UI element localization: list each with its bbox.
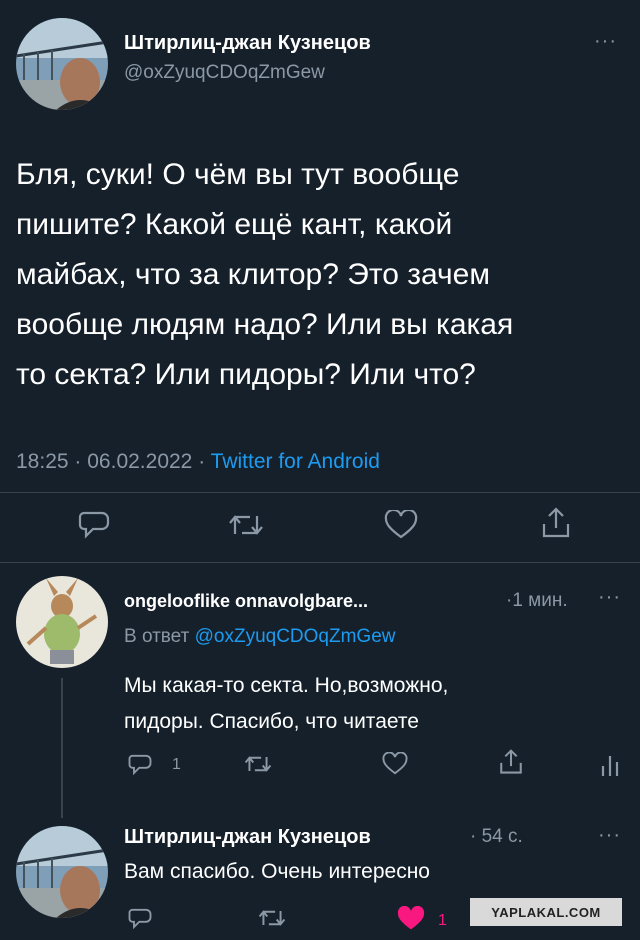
watermark: YAPLAKAL.COM — [470, 898, 622, 926]
more-options-icon[interactable]: ··· — [598, 824, 621, 847]
thread-line — [61, 678, 63, 818]
separator: · — [198, 450, 206, 473]
analytics-icon[interactable] — [600, 752, 620, 776]
tweet-time[interactable]: 18:25 — [16, 450, 69, 473]
reply-time[interactable]: ·1 мин. — [506, 590, 568, 612]
retweet-icon[interactable] — [244, 752, 272, 776]
divider — [0, 562, 640, 563]
reply-to-handle[interactable]: @oxZyuqCDOqZmGew — [195, 626, 396, 647]
divider — [0, 492, 640, 493]
author-name[interactable]: Штирлиц-джан Кузнецов — [124, 32, 371, 55]
tweet-meta: 18:25 · 06.02.2022 · Twitter for Android — [16, 450, 380, 474]
tweet-text-line: пишите? Какой ещё кант, какой — [16, 208, 453, 241]
more-options-icon[interactable]: ··· — [594, 30, 617, 53]
retweet-icon[interactable] — [258, 906, 286, 930]
tweet-source-link[interactable]: Twitter for Android — [211, 450, 380, 473]
author-name[interactable]: ongelooflike onnavolgbare... — [124, 591, 368, 612]
avatar[interactable] — [16, 826, 108, 918]
like-icon[interactable] — [384, 510, 418, 540]
tweet-text-line: вообще людям надо? Или вы какая — [16, 308, 514, 341]
author-handle[interactable]: @oxZyuqCDOqZmGew — [124, 62, 325, 84]
like-icon[interactable] — [382, 752, 408, 776]
more-options-icon[interactable]: ··· — [598, 586, 621, 609]
like-count: 1 — [438, 912, 447, 929]
retweet-icon[interactable] — [228, 510, 264, 540]
reply-text-line: пидоры. Спасибо, что читаете — [124, 710, 419, 733]
reply-text: Вам спасибо. Очень интересно — [124, 860, 430, 883]
tweet-text-line: Бля, суки! О чём вы тут вообще — [16, 158, 460, 191]
share-icon[interactable] — [540, 506, 572, 540]
tweet-text: Бля, суки! О чём вы тут вообще пишите? К… — [16, 150, 513, 400]
reply-to-line: В ответ @oxZyuqCDOqZmGew — [124, 626, 396, 648]
reply-to-prefix: В ответ — [124, 626, 190, 647]
reply-icon[interactable] — [128, 906, 152, 930]
share-icon[interactable] — [498, 748, 524, 776]
reply-text-line: Мы какая-то секта. Но,возможно, — [124, 674, 449, 697]
reply-icon[interactable] — [78, 509, 110, 539]
avatar[interactable] — [16, 18, 108, 110]
tweet-text-line: майбах, что за клитор? Это зачем — [16, 258, 490, 291]
tweet-date[interactable]: 06.02.2022 — [87, 450, 192, 473]
tweet-text-line: то секта? Или пидоры? Или что? — [16, 358, 476, 391]
avatar[interactable] — [16, 576, 108, 668]
like-icon-filled[interactable] — [396, 906, 426, 932]
separator: · — [74, 450, 82, 473]
reply-icon[interactable] — [128, 752, 152, 776]
reply-count: 1 — [172, 756, 181, 773]
author-name[interactable]: Штирлиц-джан Кузнецов — [124, 826, 371, 849]
reply-time[interactable]: · 54 с. — [470, 826, 523, 848]
reply-text: Мы какая-то секта. Но,возможно, пидоры. … — [124, 668, 448, 740]
